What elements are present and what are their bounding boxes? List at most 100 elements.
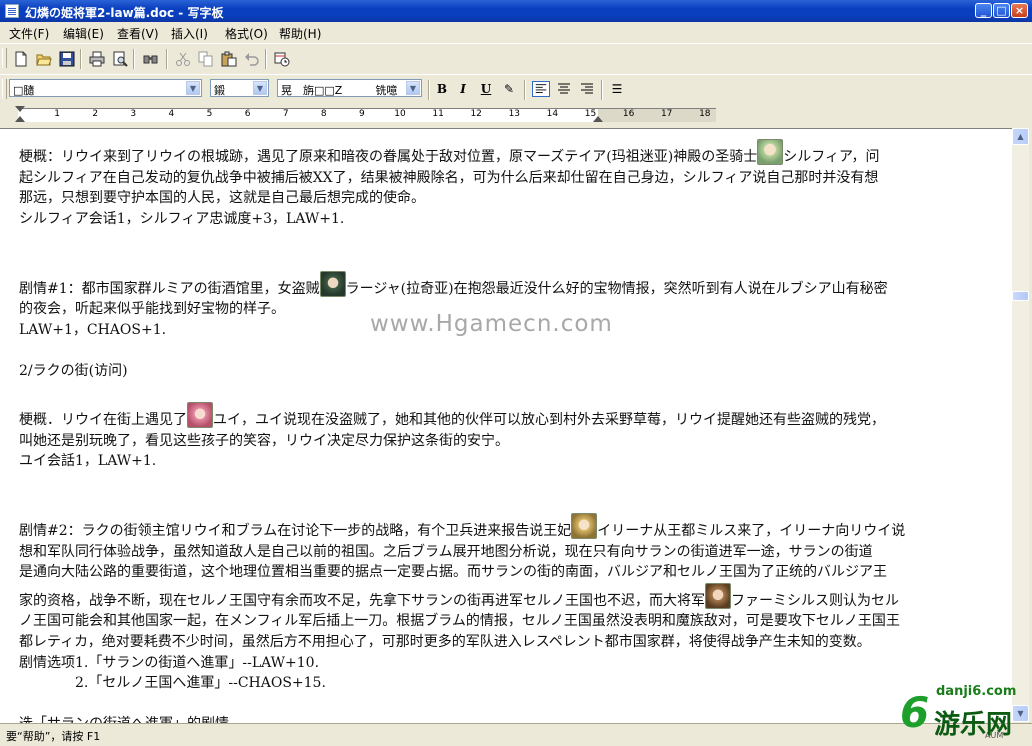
text-run: 是通向大陆公路的重要街道，这个地理位置相当重要的据点一定要占据。而サランの街的南…	[19, 564, 887, 581]
paste-icon[interactable]	[221, 51, 237, 67]
text-run: ノ王国可能会和其他国家一起，在メンフィル军后插上一刀。根据ブラム的情报，セルノ王…	[19, 613, 900, 630]
underline-button[interactable]: U	[477, 81, 495, 97]
menu-format[interactable]: 格式(O)	[225, 25, 268, 42]
text-run: ラージャ(拉奇亚)在抱怨最近没什么好的宝物情报，突然听到有人说在ルブシア山有秘密	[345, 280, 888, 297]
ruler-tick-label: 5	[206, 109, 213, 119]
ruler-tick-label: 4	[168, 109, 175, 119]
close-button[interactable]: ×	[1011, 3, 1028, 18]
undo-icon[interactable]	[244, 51, 260, 67]
ruler-tick-label: 2	[92, 109, 99, 119]
bullets-icon[interactable]: ☰	[608, 81, 626, 97]
maximize-button[interactable]: □	[993, 3, 1010, 18]
toolbar-grip[interactable]	[2, 79, 7, 99]
text-run: 2/ラクの街(访问)	[19, 362, 128, 379]
ruler-tick-label: 11	[432, 109, 444, 119]
ruler-tick-label: 6	[244, 109, 251, 119]
text-run: ファーミシルス则认为セル	[731, 592, 899, 609]
document-line: 2/ラクの街(访问)	[19, 361, 1009, 382]
document-line: 剧情#1：都市国家群ルミアの街酒馆里，女盗贼 ラージャ(拉奇亚)在抱怨最近没什么好…	[19, 270, 1009, 300]
font-name-combo[interactable]: □膸 ▼	[9, 79, 202, 97]
toolbar-separator	[265, 49, 267, 69]
bold-button[interactable]: B	[433, 81, 451, 97]
menu-view[interactable]: 查看(V)	[117, 25, 159, 42]
document-line: 是通向大陆公路的重要街道，这个地理位置相当重要的据点一定要占据。而サランの街的南…	[19, 562, 1009, 583]
first-line-indent-marker[interactable]	[15, 106, 25, 112]
document-line: シルフィア会话1，シルフィア忠诚度+3，LAW+1.	[19, 209, 1009, 230]
ruler-tick-label: 16	[622, 109, 635, 119]
status-text: 要“帮助”，请按 F1	[6, 730, 101, 743]
chevron-down-icon[interactable]: ▼	[406, 81, 420, 95]
text-run: 起シルフィア在自己发动的复仇战争中被捕后被XX了，结果被神殿除名，可为什么后来却…	[19, 169, 879, 186]
text-run: イリーナ从王都ミルス来了，イリーナ向リウイ说	[597, 523, 906, 540]
document-line: 家的资格，战争不断，现在セルノ王国守有余而攻不足，先拿下サランの街再进军セルノ王…	[19, 582, 1009, 612]
menu-bar: 文件(F) 编辑(E) 查看(V) 插入(I) 格式(O) 帮助(H)	[0, 22, 1032, 41]
scroll-up-button[interactable]: ▲	[1012, 128, 1029, 145]
text-run: 的夜会，听起来似乎能找到好宝物的样子。	[19, 301, 285, 318]
ruler-tick-label: 3	[130, 109, 137, 119]
menu-file[interactable]: 文件(F)	[9, 25, 49, 42]
wordpad-app-icon[interactable]	[5, 4, 19, 18]
document-line: 起シルフィア在自己发动的复仇战争中被捕后被XX了，结果被神殿除名，可为什么后来却…	[19, 168, 1009, 189]
ruler[interactable]: 1 2 3 4 5 6 7 8 9 10 11 12 13 14 15 16 17 18	[0, 103, 1032, 127]
scroll-thumb[interactable]	[1012, 291, 1029, 301]
status-bar: 要“帮助”，请按 F1 AUM	[0, 723, 1032, 746]
text-run: 想和军队同行体验战争，虽然知道敌人是自己以前的祖国。之后ブラム展开地图分析说，现…	[19, 543, 873, 560]
text-run: 2.「セルノ王国へ進軍」--CHAOS+15.	[19, 675, 326, 692]
window-title: 幻燐の姫将軍2-law篇.doc - 写字板	[25, 6, 224, 20]
document-line: 想和军队同行体验战争，虽然知道敌人是自己以前的祖国。之后ブラム展开地图分析说，现…	[19, 542, 1009, 563]
logo-url: danji6.com	[936, 684, 1017, 699]
font-size-combo[interactable]: 鎩 ▼	[210, 79, 269, 97]
menu-edit[interactable]: 编辑(E)	[63, 25, 104, 42]
align-left-icon[interactable]	[532, 81, 550, 97]
ruler-tick-label: 1	[54, 109, 60, 119]
logo-name: 游乐网	[934, 710, 1013, 740]
toolbar-separator	[601, 80, 603, 100]
toolbar-separator	[428, 80, 430, 100]
text-color-icon[interactable]: ✎	[500, 81, 518, 97]
new-document-icon[interactable]	[13, 51, 29, 67]
ruler-tick-label: 7	[282, 109, 289, 119]
print-preview-icon[interactable]	[112, 51, 128, 67]
italic-button[interactable]: I	[454, 81, 472, 97]
copy-icon[interactable]	[198, 51, 214, 67]
ruler-tick-label: 10	[394, 109, 406, 119]
print-icon[interactable]	[89, 51, 105, 67]
right-indent-marker[interactable]	[593, 116, 603, 122]
title-bar[interactable]: 幻燐の姫将軍2-law篇.doc - 写字板 _ □ ×	[0, 0, 1032, 22]
cut-icon[interactable]	[175, 51, 191, 67]
document-line: ノ王国可能会和其他国家一起，在メンフィル军后插上一刀。根据ブラム的情报，セルノ王…	[19, 611, 1009, 632]
left-indent-marker[interactable]	[15, 116, 25, 122]
site-logo: danji6.com 6 游乐网	[900, 684, 1028, 740]
logo-digit: 6	[900, 688, 930, 737]
align-right-icon[interactable]	[578, 81, 596, 97]
sylphia-portrait	[757, 139, 784, 165]
menu-help[interactable]: 帮助(H)	[279, 25, 321, 42]
chevron-down-icon[interactable]: ▼	[186, 81, 200, 95]
minimize-button[interactable]: _	[975, 3, 992, 18]
open-folder-icon[interactable]	[36, 51, 52, 67]
save-icon[interactable]	[59, 51, 75, 67]
font-size-value: 鎩	[214, 84, 225, 97]
ruler-tick-label: 14	[546, 109, 559, 119]
document-text[interactable]: 梗概：リウイ来到了リウイの根城跡，遇见了原来和暗夜の眷属处于敌对位置，原マーズテ…	[19, 139, 1009, 723]
ruler-tick-label: 17	[660, 109, 673, 119]
text-run: LAW+1，CHAOS+1.	[19, 321, 167, 338]
vertical-scrollbar[interactable]: ▲ ▼	[1012, 128, 1029, 722]
watermark: www.Hgamecn.com	[370, 311, 613, 337]
document-line: ユイ会話1，LAW+1.	[19, 451, 1009, 472]
chevron-down-icon[interactable]: ▼	[253, 81, 267, 95]
irina-portrait	[571, 513, 598, 540]
toolbar-grip[interactable]	[2, 48, 7, 68]
script-combo[interactable]: 晃 旃□□Z 铣噫 ▼	[277, 79, 422, 97]
yui-portrait	[187, 402, 213, 429]
find-icon[interactable]	[143, 51, 159, 67]
menu-insert[interactable]: 插入(I)	[171, 25, 208, 42]
laja-portrait	[319, 270, 346, 297]
document-area[interactable]: 梗概：リウイ来到了リウイの根城跡，遇见了原来和暗夜の眷属处于敌对位置，原マーズテ…	[0, 128, 1012, 723]
insert-datetime-icon[interactable]	[274, 51, 290, 67]
standard-toolbar	[0, 43, 1032, 74]
align-center-icon[interactable]	[555, 81, 573, 97]
ruler-tick-label: 9	[359, 109, 365, 119]
